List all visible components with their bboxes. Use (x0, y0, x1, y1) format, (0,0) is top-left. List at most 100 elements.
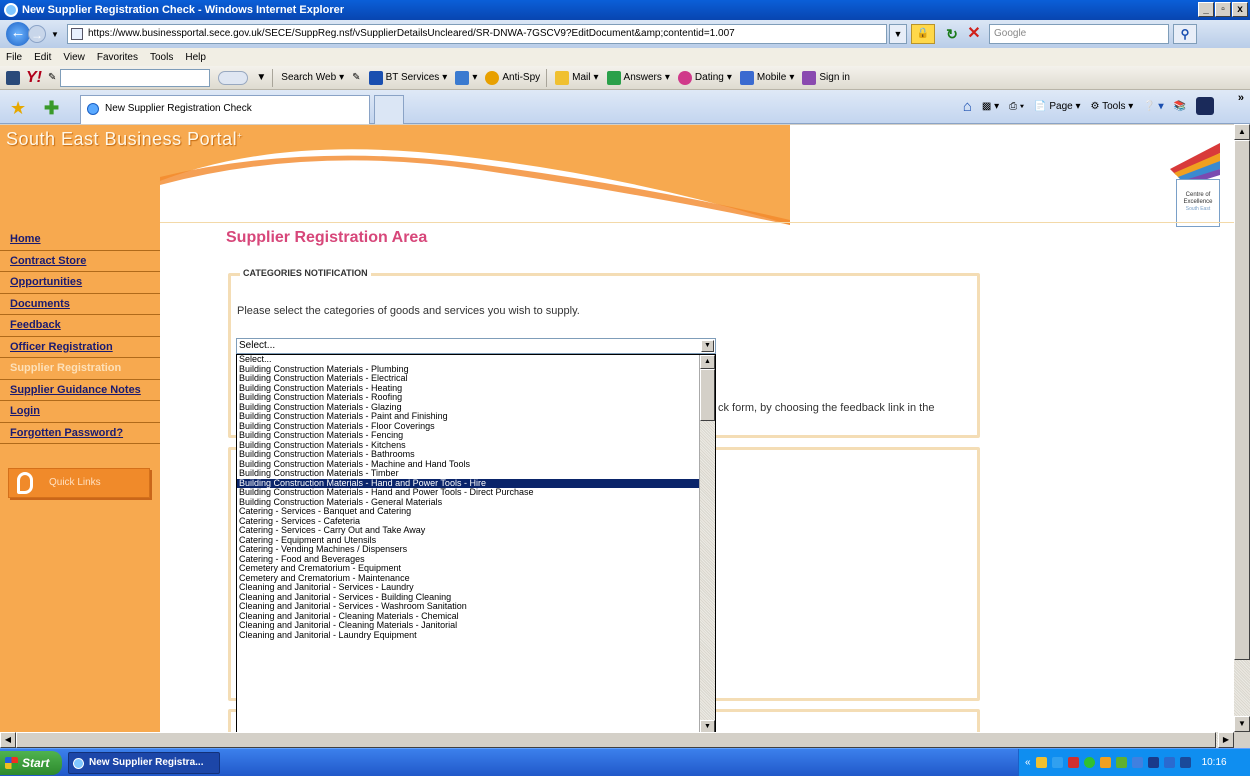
toolbar-search-input[interactable] (60, 68, 211, 87)
page-horizontal-scrollbar[interactable]: ◀ ▶ (0, 732, 1234, 748)
category-option[interactable]: Building Construction Materials - Timber (237, 469, 700, 479)
scroll-down-icon[interactable]: ▼ (700, 720, 715, 732)
tray-folder-icon[interactable] (1035, 757, 1047, 768)
sidebar-item-forgotten-password[interactable]: Forgotten Password? (0, 423, 160, 444)
sidebar-item-officer-registration[interactable]: Officer Registration (0, 337, 160, 358)
category-option[interactable]: Building Construction Materials - Genera… (237, 498, 700, 508)
search-web-button[interactable]: Search Web ▾ (281, 72, 344, 83)
help-icon[interactable]: ❔ ▾ (1143, 101, 1163, 112)
category-select[interactable]: Select... ▼ (236, 338, 716, 354)
page-scroll-up-icon[interactable]: ▲ (1234, 124, 1250, 140)
dropdown-scroll-thumb[interactable] (700, 369, 715, 421)
scroll-up-icon[interactable]: ▲ (700, 355, 715, 369)
minimize-button[interactable]: _ (1198, 2, 1214, 17)
category-option[interactable]: Building Construction Materials - Roofin… (237, 393, 700, 403)
category-option[interactable]: Building Construction Materials - Machin… (237, 460, 700, 470)
yahoo-logo-icon[interactable]: Y! (26, 69, 42, 87)
mobile-button[interactable]: Mobile ▾ (739, 70, 794, 85)
dropdown-arrow-icon[interactable]: ▼ (701, 340, 714, 352)
category-option[interactable]: Building Construction Materials - Floor … (237, 422, 700, 432)
search-icon[interactable]: ⚲ (1173, 24, 1197, 44)
tray-network-icon[interactable] (1067, 757, 1079, 768)
toolbar-options-icon[interactable] (6, 70, 20, 85)
menu-edit[interactable]: Edit (34, 52, 51, 63)
tray-expand-icon[interactable]: « (1025, 757, 1031, 768)
category-option[interactable]: Building Construction Materials - Kitche… (237, 441, 700, 451)
category-option[interactable]: Building Construction Materials - Paint … (237, 412, 700, 422)
more-tools-chevron-icon[interactable]: » (1238, 92, 1244, 104)
maximize-button[interactable]: ▫ (1215, 2, 1231, 17)
category-option[interactable]: Catering - Services - Cafeteria (237, 517, 700, 527)
address-dropdown-icon[interactable]: ▼ (889, 24, 907, 44)
category-option[interactable]: Building Construction Materials - Hand a… (237, 478, 700, 488)
menu-file[interactable]: File (6, 52, 22, 63)
category-option[interactable]: Building Construction Materials - Bathro… (237, 450, 700, 460)
add-favorites-icon[interactable]: ✚ (44, 98, 59, 119)
category-option[interactable]: Building Construction Materials - Electr… (237, 374, 700, 384)
tray-people-icon[interactable] (1115, 757, 1127, 768)
sidebar-item-login[interactable]: Login (0, 401, 160, 423)
start-button[interactable]: Start (0, 751, 62, 775)
search-input[interactable]: Google (989, 24, 1169, 44)
sidebar-item-feedback[interactable]: Feedback (0, 315, 160, 337)
toolbar-dropdown-icon[interactable]: ▼ (256, 72, 266, 83)
tray-security-icon[interactable] (1147, 757, 1159, 768)
category-option[interactable]: Catering - Vending Machines / Dispensers (237, 545, 700, 555)
category-option[interactable]: Catering - Food and Beverages (237, 555, 700, 565)
category-dropdown-list[interactable]: Select... Building Construction Materials… (236, 354, 716, 732)
category-option[interactable]: Select... (237, 355, 700, 365)
category-option[interactable]: Building Construction Materials - Plumbi… (237, 365, 700, 375)
home-icon[interactable]: ⌂ (963, 98, 972, 115)
category-option[interactable]: Catering - Services - Banquet and Cateri… (237, 507, 700, 517)
pencil-icon[interactable]: ✎ (48, 72, 56, 83)
sidebar-item-contract-store[interactable]: Contract Store (0, 251, 160, 272)
tray-globe-icon[interactable] (1083, 757, 1095, 768)
category-option[interactable]: Cleaning and Janitorial - Services - Bui… (237, 593, 700, 603)
category-option[interactable]: Cemetery and Crematorium - Maintenance (237, 574, 700, 584)
menu-view[interactable]: View (63, 52, 85, 63)
url-field[interactable]: https://www.businessportal.sece.gov.uk/S… (67, 24, 887, 44)
refresh-icon[interactable]: ↻ (941, 24, 963, 44)
list-icon[interactable]: ▾ (455, 70, 477, 85)
tray-volume-icon[interactable] (1051, 757, 1063, 768)
sidebar-item-opportunities[interactable]: Opportunities (0, 272, 160, 294)
category-option[interactable]: Building Construction Materials - Hand a… (237, 488, 700, 498)
forward-button[interactable]: → (28, 25, 46, 43)
messenger-icon[interactable] (1196, 97, 1214, 115)
dropdown-scrollbar[interactable]: ▲ ▼ (699, 355, 715, 732)
bt-services-button[interactable]: BT Services ▾ (368, 70, 447, 85)
highlight-pencil-icon[interactable]: ✎ (352, 72, 360, 83)
page-scroll-down-icon[interactable]: ▼ (1234, 716, 1250, 732)
category-option[interactable]: Catering - Equipment and Utensils (237, 536, 700, 546)
sidebar-item-documents[interactable]: Documents (0, 294, 160, 315)
new-tab-button[interactable] (374, 95, 404, 124)
menu-help[interactable]: Help (185, 52, 206, 63)
close-button[interactable]: x (1232, 2, 1248, 17)
feeds-icon[interactable]: ▩ ▾ (982, 101, 999, 112)
page-scroll-right-icon[interactable]: ▶ (1218, 732, 1234, 748)
category-option[interactable]: Building Construction Materials - Glazin… (237, 403, 700, 413)
tray-display-icon[interactable] (1179, 757, 1191, 768)
category-option[interactable]: Cleaning and Janitorial - Services - Lau… (237, 583, 700, 593)
category-option[interactable]: Cleaning and Janitorial - Services - Was… (237, 602, 700, 612)
category-option[interactable]: Catering - Services - Carry Out and Take… (237, 526, 700, 536)
category-option[interactable]: Cemetery and Crematorium - Equipment (237, 564, 700, 574)
page-menu-button[interactable]: 📄 Page ▾ (1034, 101, 1080, 112)
tab-new-supplier-registration[interactable]: New Supplier Registration Check (80, 95, 370, 124)
category-option[interactable]: Building Construction Materials - Heatin… (237, 384, 700, 394)
tray-messenger-icon[interactable] (1099, 757, 1111, 768)
quick-links-button[interactable]: Quick Links (8, 468, 150, 498)
tools-menu-button[interactable]: ⚙ Tools ▾ (1091, 101, 1134, 112)
sidebar-item-supplier-guidance-notes[interactable]: Supplier Guidance Notes (0, 380, 160, 401)
sign-in-button[interactable]: Sign in (802, 70, 850, 85)
taskbar-item-ie[interactable]: New Supplier Registra... (68, 752, 220, 774)
tray-wifi-icon[interactable] (1131, 757, 1143, 768)
tray-bluetooth-icon[interactable] (1163, 757, 1175, 768)
page-scroll-thumb[interactable] (1234, 140, 1250, 660)
page-hscroll-thumb[interactable] (16, 732, 1216, 748)
menu-favorites[interactable]: Favorites (97, 52, 138, 63)
category-option[interactable]: Cleaning and Janitorial - Laundry Equipm… (237, 631, 700, 641)
answers-button[interactable]: Answers ▾ (606, 70, 670, 85)
research-icon[interactable]: 📚 (1174, 101, 1186, 112)
dating-button[interactable]: Dating ▾ (677, 70, 732, 85)
